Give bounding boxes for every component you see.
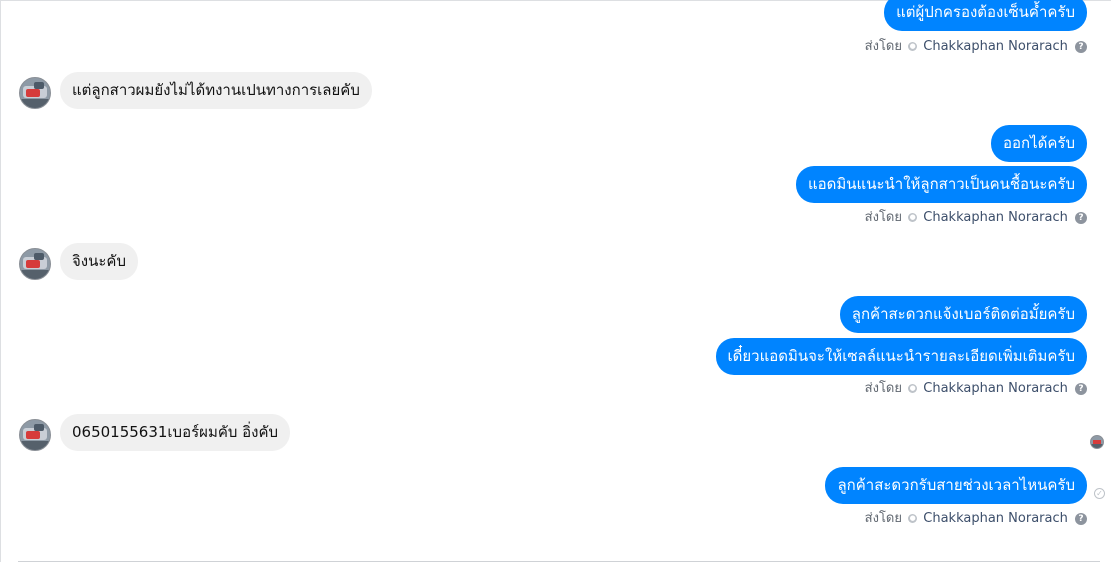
page-dot-icon: ● (908, 42, 918, 51)
sent-by-label: ส่งโดย (864, 210, 902, 225)
sent-by-meta: ส่งโดย ● Chakkaphan Norarach ? (865, 380, 1087, 398)
sender-name[interactable]: Chakkaphan Norarach (923, 39, 1068, 54)
sent-by-label: ส่งโดย (864, 511, 902, 526)
outgoing-message-bubble[interactable]: แต่ผู้ปกครองต้องเซ็นค้ำครับ (884, 0, 1087, 31)
customer-avatar[interactable] (19, 248, 51, 280)
customer-avatar[interactable] (19, 77, 51, 109)
sent-by-label: ส่งโดย (864, 381, 902, 396)
incoming-message-bubble[interactable]: 0650155631เบอร์ผมคับ อิ่งคับ (60, 414, 291, 451)
sender-name[interactable]: Chakkaphan Norarach (923, 210, 1068, 225)
incoming-message-bubble[interactable]: แต่ลูกสาวผมยังไม่ได้ทงานเปนทางการเลยคับ (60, 72, 372, 109)
outgoing-message-bubble[interactable]: ออกได้ครับ (991, 125, 1087, 162)
sender-name[interactable]: Chakkaphan Norarach (923, 381, 1068, 396)
sent-by-label: ส่งโดย (864, 39, 902, 54)
sender-name[interactable]: Chakkaphan Norarach (923, 511, 1068, 526)
help-icon[interactable]: ? (1075, 40, 1087, 53)
sent-by-meta: ส่งโดย ● Chakkaphan Norarach ? (865, 510, 1087, 528)
divider (18, 561, 1100, 562)
outgoing-message-bubble[interactable]: แอดมินแนะนำให้ลูกสาวเป็นคนชื้อนะครับ (795, 166, 1087, 203)
seen-avatar-icon (1090, 435, 1104, 449)
outgoing-message-bubble[interactable]: เดี๋ยวแอดมินจะให้เซลล์แนะนำรายละเอียดเพิ… (715, 338, 1087, 375)
help-icon[interactable]: ? (1075, 382, 1087, 395)
sent-by-meta: ส่งโดย ● Chakkaphan Norarach ? (865, 38, 1087, 56)
help-icon[interactable]: ? (1075, 512, 1087, 525)
page-dot-icon: ● (908, 384, 918, 393)
page-dot-icon: ● (908, 213, 918, 222)
outgoing-message-bubble[interactable]: ลูกค้าสะดวกรับสายช่วงเวลาไหนครับ (825, 467, 1087, 504)
customer-avatar[interactable] (19, 419, 51, 451)
sent-check-icon: ✓ (1094, 488, 1105, 499)
help-icon[interactable]: ? (1075, 211, 1087, 224)
page-dot-icon: ● (908, 514, 918, 523)
sent-by-meta: ส่งโดย ● Chakkaphan Norarach ? (865, 209, 1087, 227)
incoming-message-bubble[interactable]: จิงนะคับ (60, 243, 138, 280)
outgoing-message-bubble[interactable]: ลูกค้าสะดวกแจ้งเบอร์ติดต่อมั้ยครับ (839, 296, 1087, 333)
